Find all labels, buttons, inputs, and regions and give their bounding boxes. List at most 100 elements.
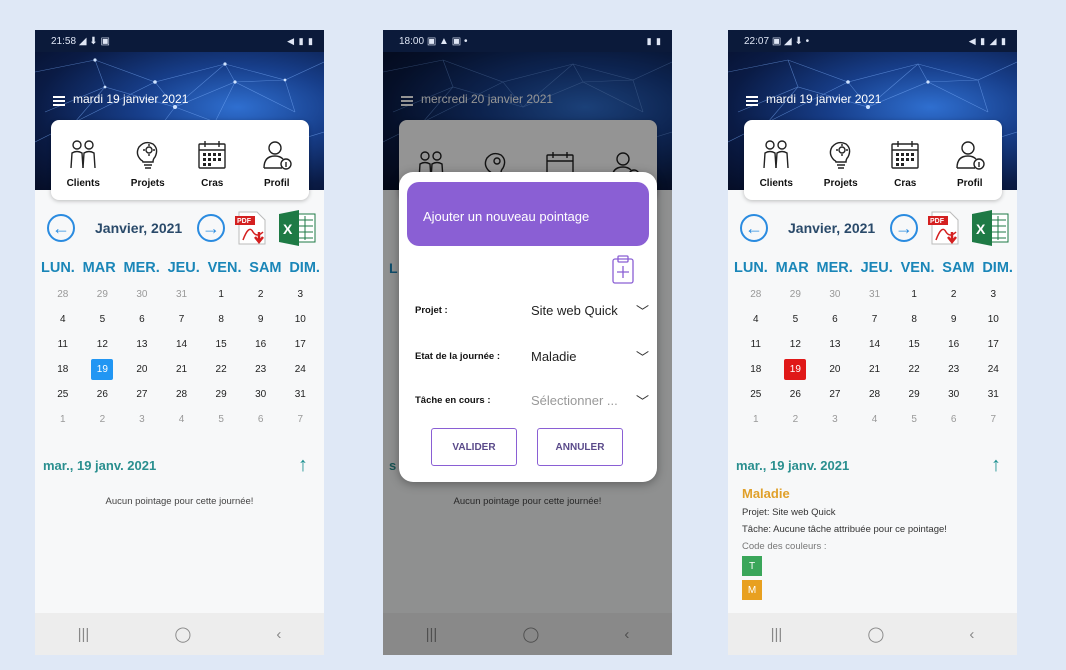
calendar-day[interactable]: 26 (83, 382, 123, 407)
calendar-day[interactable]: 27 (815, 382, 855, 407)
calendar-day[interactable]: 4 (736, 307, 776, 332)
calendar-day[interactable]: 3 (122, 407, 162, 432)
nav-profil[interactable]: Profil (249, 138, 305, 189)
calendar-day[interactable]: 22 (201, 357, 241, 382)
calendar-day[interactable]: 18 (736, 357, 776, 382)
calendar-day[interactable]: 1 (894, 282, 934, 307)
calendar-day[interactable]: 21 (162, 357, 202, 382)
collapse-arrow-icon[interactable]: ↑ (298, 454, 308, 477)
calendar-day[interactable]: 10 (973, 307, 1013, 332)
calendar-day[interactable]: 13 (122, 332, 162, 357)
calendar-day[interactable]: 30 (241, 382, 281, 407)
recent-apps-button[interactable]: ||| (78, 626, 90, 643)
calendar-day[interactable]: 8 (201, 307, 241, 332)
calendar-day[interactable]: 17 (973, 332, 1013, 357)
calendar-day[interactable]: 8 (894, 307, 934, 332)
nav-cras[interactable]: Cras (877, 138, 933, 189)
calendar-day[interactable]: 28 (855, 382, 895, 407)
calendar-day[interactable]: 5 (83, 307, 123, 332)
calendar-day[interactable]: 30 (815, 282, 855, 307)
calendar-day[interactable]: 14 (162, 332, 202, 357)
calendar-day[interactable]: 5 (776, 307, 816, 332)
calendar-day[interactable]: 29 (83, 282, 123, 307)
calendar-day[interactable]: 13 (815, 332, 855, 357)
calendar-day[interactable]: 25 (736, 382, 776, 407)
calendar-day[interactable]: 21 (855, 357, 895, 382)
calendar-day[interactable]: 4 (855, 407, 895, 432)
back-button[interactable]: ‹ (276, 626, 281, 643)
calendar-day[interactable]: 3 (815, 407, 855, 432)
calendar-day[interactable]: 11 (736, 332, 776, 357)
calendar-day-selected[interactable]: 19 (776, 357, 816, 382)
calendar-day[interactable]: 1 (43, 407, 83, 432)
calendar-day[interactable]: 29 (894, 382, 934, 407)
calendar-day[interactable]: 20 (122, 357, 162, 382)
calendar-day[interactable]: 9 (934, 307, 974, 332)
projet-field[interactable]: Projet : Site web Quick ﹀ (415, 300, 649, 320)
calendar-day[interactable]: 10 (280, 307, 320, 332)
calendar-day[interactable]: 3 (973, 282, 1013, 307)
calendar-day[interactable]: 5 (894, 407, 934, 432)
calendar-day[interactable]: 22 (894, 357, 934, 382)
calendar-day[interactable]: 11 (43, 332, 83, 357)
calendar-day-selected[interactable]: 19 (83, 357, 123, 382)
recent-apps-button[interactable]: ||| (771, 626, 783, 643)
calendar-day[interactable]: 7 (855, 307, 895, 332)
pdf-export-icon[interactable]: PDF (235, 210, 269, 246)
calendar-day[interactable]: 9 (241, 307, 281, 332)
calendar-day[interactable]: 4 (43, 307, 83, 332)
calendar-day[interactable]: 31 (162, 282, 202, 307)
nav-clients[interactable]: Clients (748, 138, 804, 189)
calendar-day[interactable]: 25 (43, 382, 83, 407)
calendar-day[interactable]: 2 (241, 282, 281, 307)
calendar-day[interactable]: 23 (934, 357, 974, 382)
calendar-day[interactable]: 12 (83, 332, 123, 357)
menu-icon[interactable] (746, 96, 758, 106)
calendar-day[interactable]: 26 (776, 382, 816, 407)
calendar-day[interactable]: 1 (201, 282, 241, 307)
calendar-day[interactable]: 12 (776, 332, 816, 357)
calendar-day[interactable]: 24 (973, 357, 1013, 382)
calendar-day[interactable]: 6 (815, 307, 855, 332)
calendar-day[interactable]: 27 (122, 382, 162, 407)
calendar-day[interactable]: 15 (894, 332, 934, 357)
excel-export-icon[interactable]: X (279, 210, 317, 246)
prev-month-button[interactable]: ← (740, 214, 768, 242)
calendar-day[interactable]: 29 (776, 282, 816, 307)
calendar-day[interactable]: 16 (241, 332, 281, 357)
calendar-day[interactable]: 2 (776, 407, 816, 432)
calendar-day[interactable]: 1 (736, 407, 776, 432)
calendar-day[interactable]: 2 (934, 282, 974, 307)
calendar-day[interactable]: 31 (973, 382, 1013, 407)
calendar-day[interactable]: 7 (280, 407, 320, 432)
home-button[interactable]: ◯ (174, 625, 191, 643)
calendar-day[interactable]: 3 (280, 282, 320, 307)
calendar-day[interactable]: 15 (201, 332, 241, 357)
calendar-day[interactable]: 18 (43, 357, 83, 382)
excel-export-icon[interactable]: X (972, 210, 1010, 246)
back-button[interactable]: ‹ (969, 626, 974, 643)
calendar-day[interactable]: 6 (241, 407, 281, 432)
nav-clients[interactable]: Clients (55, 138, 111, 189)
projet-select[interactable]: Site web Quick (531, 303, 633, 318)
tache-field[interactable]: Tâche en cours : Sélectionner ... ﹀ (415, 390, 649, 410)
calendar-day[interactable]: 16 (934, 332, 974, 357)
nav-profil[interactable]: Profil (942, 138, 998, 189)
collapse-arrow-icon[interactable]: ↑ (991, 454, 1001, 477)
home-button[interactable]: ◯ (867, 625, 884, 643)
prev-month-button[interactable]: ← (47, 214, 75, 242)
nav-cras[interactable]: Cras (184, 138, 240, 189)
calendar-day[interactable]: 23 (241, 357, 281, 382)
nav-projets[interactable]: Projets (120, 138, 176, 189)
calendar-day[interactable]: 30 (122, 282, 162, 307)
clipboard-add-icon[interactable] (611, 254, 635, 284)
calendar-day[interactable]: 31 (855, 282, 895, 307)
calendar-day[interactable]: 7 (973, 407, 1013, 432)
calendar-day[interactable]: 2 (83, 407, 123, 432)
calendar-day[interactable]: 30 (934, 382, 974, 407)
nav-projets[interactable]: Projets (813, 138, 869, 189)
etat-field[interactable]: Etat de la journée : Maladie ﹀ (415, 346, 649, 366)
calendar-day[interactable]: 14 (855, 332, 895, 357)
next-month-button[interactable]: → (890, 214, 918, 242)
next-month-button[interactable]: → (197, 214, 225, 242)
